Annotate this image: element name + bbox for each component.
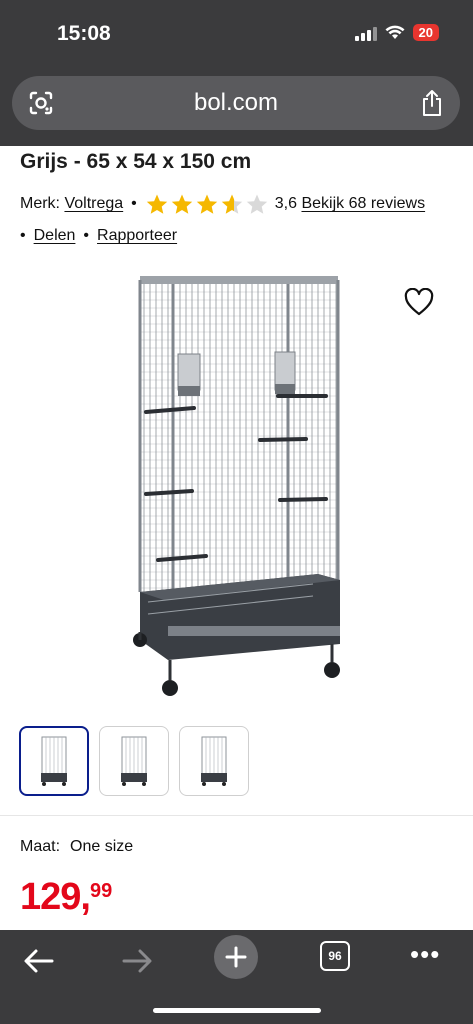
price-integer: 129, bbox=[20, 876, 91, 918]
star-icon bbox=[221, 194, 242, 214]
size-value: One size bbox=[70, 838, 134, 855]
status-time: 15:08 bbox=[57, 22, 111, 45]
brand-label: Merk: bbox=[20, 195, 60, 212]
back-arrow-icon[interactable] bbox=[22, 947, 56, 975]
forward-arrow-icon[interactable] bbox=[120, 947, 154, 975]
plus-icon bbox=[225, 946, 247, 968]
address-bar[interactable]: bol.com bbox=[12, 76, 460, 130]
price-decimals: 99 bbox=[89, 880, 113, 902]
thumbnail-1[interactable] bbox=[19, 726, 89, 796]
size-row: Maat: One size bbox=[20, 838, 133, 856]
url-text[interactable]: bol.com bbox=[12, 89, 460, 117]
thumbnail-image bbox=[41, 736, 67, 786]
browser-top-chrome: 15:08 20 bol.com bbox=[0, 0, 473, 146]
home-indicator bbox=[153, 1008, 321, 1013]
share-link[interactable]: Delen bbox=[34, 227, 76, 245]
separator-dot: • bbox=[20, 227, 26, 244]
size-label: Maat: bbox=[20, 838, 61, 855]
heart-icon[interactable] bbox=[404, 288, 434, 316]
tabs-icon[interactable]: 96 bbox=[320, 941, 350, 971]
thumbnail-strip bbox=[19, 726, 249, 796]
share-icon[interactable] bbox=[420, 89, 444, 117]
separator-dot: • bbox=[131, 195, 137, 212]
star-icon bbox=[196, 194, 217, 214]
product-title: Grijs - 65 x 54 x 150 cm bbox=[20, 150, 252, 173]
signal-icon bbox=[354, 25, 377, 41]
battery-badge: 20 bbox=[412, 24, 439, 41]
star-icon bbox=[146, 194, 167, 214]
brand-rating-row: Merk: Voltrega • 3,6 Bekijk 68 reviews bbox=[20, 193, 425, 215]
thumbnail-image bbox=[201, 736, 227, 786]
more-icon[interactable]: ••• bbox=[410, 941, 440, 967]
thumbnail-image bbox=[121, 736, 147, 786]
separator-dot: • bbox=[83, 227, 90, 244]
rating-value: 3,6 bbox=[274, 195, 298, 212]
thumbnail-2[interactable] bbox=[99, 726, 169, 796]
action-row: • Delen • Rapporteer bbox=[20, 227, 177, 245]
new-tab-button[interactable] bbox=[214, 935, 258, 979]
wifi-icon bbox=[385, 25, 405, 39]
status-icons: 20 bbox=[354, 24, 439, 41]
rating-stars bbox=[145, 193, 269, 215]
product-image[interactable] bbox=[118, 262, 358, 710]
divider bbox=[0, 815, 473, 816]
star-icon bbox=[246, 194, 267, 214]
star-icon bbox=[171, 194, 192, 214]
price: 129,99 bbox=[20, 876, 112, 919]
reviews-link[interactable]: Bekijk 68 reviews bbox=[301, 195, 425, 213]
thumbnail-3[interactable] bbox=[179, 726, 249, 796]
report-link[interactable]: Rapporteer bbox=[97, 227, 177, 245]
brand-link[interactable]: Voltrega bbox=[64, 195, 123, 213]
